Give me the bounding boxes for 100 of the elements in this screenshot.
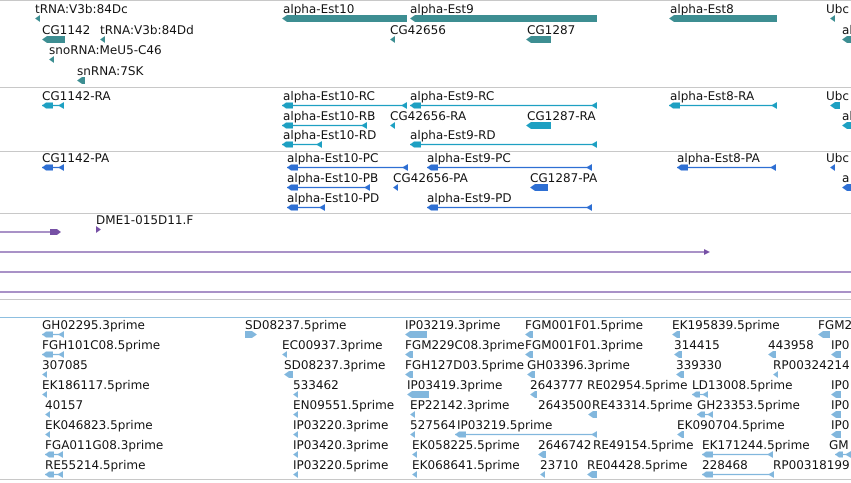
feature-label[interactable]: alpha-Est10 <box>283 2 354 16</box>
feature-label[interactable]: RP00324214 <box>773 358 850 372</box>
feature-label[interactable]: RE04428.5prime <box>587 458 688 472</box>
feature-glyph[interactable] <box>427 204 592 211</box>
feature-label[interactable]: IP0 <box>831 338 850 352</box>
feature-label[interactable]: 527564 <box>410 418 456 432</box>
feature-glyph[interactable] <box>96 226 101 233</box>
feature-label[interactable]: EK090704.5prime <box>677 418 785 432</box>
feature-glyph[interactable] <box>410 141 597 148</box>
feature-glyph[interactable] <box>390 36 398 43</box>
feature-label[interactable]: IP0 <box>831 398 850 412</box>
feature-label[interactable]: CG1287-RA <box>527 108 596 122</box>
feature-glyph[interactable] <box>526 122 551 128</box>
feature-label[interactable]: 314415 <box>674 338 720 352</box>
feature-glyph[interactable] <box>287 204 325 211</box>
feature-glyph[interactable] <box>393 184 400 191</box>
feature-label[interactable]: alpha-Est8-RA <box>670 89 754 103</box>
feature-glyph[interactable] <box>287 184 370 191</box>
feature-label[interactable]: 2643500 <box>538 398 592 412</box>
feature-label[interactable]: EK186117.5prime <box>42 378 150 392</box>
feature-label[interactable]: 40157 <box>45 398 84 412</box>
feature-label[interactable]: GH23353.5prime <box>697 398 800 412</box>
feature-glyph[interactable] <box>282 141 322 148</box>
feature-label[interactable]: alpha-Est8 <box>670 2 734 16</box>
feature-label[interactable]: EK068641.5prime <box>412 458 520 472</box>
feature-label[interactable]: EK195839.5prime <box>672 318 780 332</box>
feature-label[interactable]: FGM001F01.5prime <box>525 318 644 332</box>
feature-label[interactable]: snoRNA:MeU5-C46 <box>49 43 162 58</box>
feature-label[interactable]: IP03220.5prime <box>293 458 388 472</box>
feature-label[interactable]: RE55214.5prime <box>45 458 146 472</box>
feature-label[interactable]: FGM229C08.3prime <box>405 338 525 352</box>
feature-glyph[interactable] <box>100 36 105 43</box>
feature-label[interactable]: IP03219.3prime <box>405 318 500 332</box>
feature-label[interactable]: alpha-Est10-RC <box>283 89 375 103</box>
feature-label[interactable]: alpha-Est9-RC <box>410 89 494 103</box>
feature-label[interactable]: IP03420.3prime <box>293 438 388 452</box>
feature-glyph[interactable] <box>669 102 777 109</box>
feature-label[interactable]: GM <box>829 438 849 452</box>
feature-label[interactable]: IP03220.3prime <box>293 418 388 432</box>
feature-label[interactable]: IP03419.3prime <box>407 378 502 392</box>
feature-label[interactable]: EK046823.5prime <box>45 418 153 432</box>
feature-label[interactable]: RE49154.5prime <box>593 438 694 452</box>
feature-label[interactable]: EP22142.3prime <box>410 398 510 412</box>
feature-label[interactable]: alpha-Est10-PC <box>287 152 378 165</box>
feature-glyph[interactable] <box>282 122 367 128</box>
feature-label[interactable]: tRNA:V3b:84Dd <box>100 22 194 37</box>
feature-label[interactable]: 2646742 <box>538 438 592 452</box>
feature-label[interactable]: 339330 <box>676 358 722 372</box>
feature-label[interactable]: alpha-Est9-PC <box>427 152 511 165</box>
feature-label[interactable]: alpha-Est9-RD <box>410 128 496 142</box>
feature-label[interactable]: RE43314.5prime <box>592 398 692 412</box>
feature-label[interactable]: 533462 <box>293 378 339 392</box>
feature-label[interactable]: alpha-Est10-RD <box>283 128 376 142</box>
feature-label[interactable]: FGH127D03.5prime <box>405 358 524 372</box>
feature-label[interactable]: 307085 <box>42 358 88 372</box>
feature-label[interactable]: CG1142-RA <box>42 89 111 103</box>
feature-label[interactable]: GH03396.3prime <box>527 358 630 372</box>
feature-label[interactable]: Ubc <box>826 152 849 165</box>
feature-label[interactable]: CG1142 <box>42 22 90 37</box>
feature-label[interactable]: RP00318199 <box>773 458 850 472</box>
feature-glyph[interactable] <box>526 36 551 43</box>
feature-glyph[interactable] <box>410 102 597 109</box>
feature-label[interactable]: alpha-Est10-RB <box>283 108 376 122</box>
feature-label[interactable]: CG42656 <box>390 22 446 37</box>
feature-label[interactable]: SD08237.5prime <box>245 318 346 332</box>
feature-glyph[interactable] <box>42 164 64 171</box>
feature-label[interactable]: alpha-Est8-PA <box>677 152 760 165</box>
feature-glyph[interactable] <box>287 164 408 171</box>
feature-label[interactable]: snRNA:7SK <box>77 64 144 78</box>
feature-label[interactable]: CG42656-PA <box>393 171 468 185</box>
feature-label[interactable]: CG1287-PA <box>530 171 598 185</box>
feature-label[interactable]: CG1142-PA <box>42 152 110 165</box>
feature-glyph[interactable] <box>427 164 592 171</box>
feature-label[interactable]: RE02954.5prime <box>587 378 688 392</box>
feature-glyph[interactable] <box>42 36 65 43</box>
feature-label[interactable]: IP03219.5prime <box>457 418 552 432</box>
feature-glyph[interactable] <box>830 102 840 109</box>
feature-label[interactable]: 23710 <box>540 458 578 472</box>
feature-glyph[interactable] <box>830 164 836 171</box>
feature-label[interactable]: tRNA:V3b:84Dc <box>35 2 128 16</box>
feature-label[interactable]: GH02295.3prime <box>42 318 145 332</box>
feature-label[interactable]: a <box>842 171 850 185</box>
feature-glyph[interactable] <box>49 56 55 64</box>
feature-label[interactable]: alpha-Est9-PD <box>427 191 512 205</box>
feature-label[interactable]: LD13008.5prime <box>692 378 793 392</box>
feature-glyph[interactable] <box>669 15 777 22</box>
feature-glyph[interactable] <box>42 102 64 109</box>
feature-label[interactable]: IP0 <box>831 418 850 432</box>
feature-glyph[interactable] <box>842 122 851 128</box>
feature-glyph[interactable] <box>390 122 398 128</box>
feature-label[interactable]: 228468 <box>702 458 748 472</box>
feature-glyph[interactable] <box>77 77 85 84</box>
feature-label[interactable]: CG42656-RA <box>390 108 466 122</box>
feature-label[interactable]: EN09551.5prime <box>293 398 394 412</box>
feature-label[interactable]: FGM001F01.3prime <box>525 338 644 352</box>
feature-label[interactable]: EK171244.5prime <box>702 438 810 452</box>
feature-glyph[interactable] <box>842 184 851 191</box>
feature-label[interactable]: Ubc <box>826 2 849 16</box>
feature-label[interactable]: alpha-Est10-PB <box>287 171 378 185</box>
feature-label[interactable]: 2643777 <box>530 378 584 392</box>
